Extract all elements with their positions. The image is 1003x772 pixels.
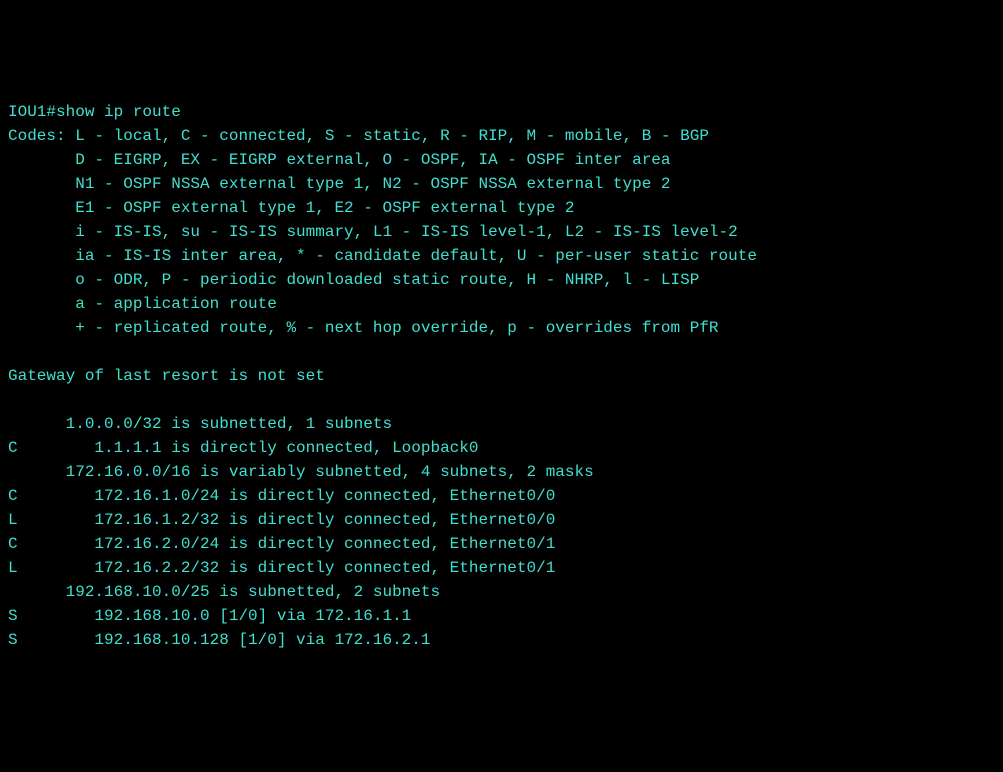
route-line: L 172.16.1.2/32 is directly connected, E… bbox=[8, 508, 995, 532]
command-text: show ip route bbox=[56, 103, 181, 121]
route-line: 1.0.0.0/32 is subnetted, 1 subnets bbox=[8, 412, 995, 436]
route-line: S 192.168.10.128 [1/0] via 172.16.2.1 bbox=[8, 628, 995, 652]
terminal-output: IOU1#show ip routeCodes: L - local, C - … bbox=[8, 100, 995, 652]
codes-line: E1 - OSPF external type 1, E2 - OSPF ext… bbox=[8, 196, 995, 220]
codes-line: N1 - OSPF NSSA external type 1, N2 - OSP… bbox=[8, 172, 995, 196]
route-line: C 172.16.2.0/24 is directly connected, E… bbox=[8, 532, 995, 556]
route-line: C 172.16.1.0/24 is directly connected, E… bbox=[8, 484, 995, 508]
codes-header: Codes: L - local, C - connected, S - sta… bbox=[8, 124, 995, 148]
route-line: C 1.1.1.1 is directly connected, Loopbac… bbox=[8, 436, 995, 460]
route-line: S 192.168.10.0 [1/0] via 172.16.1.1 bbox=[8, 604, 995, 628]
command-line: IOU1#show ip route bbox=[8, 100, 995, 124]
codes-line: o - ODR, P - periodic downloaded static … bbox=[8, 268, 995, 292]
codes-line: D - EIGRP, EX - EIGRP external, O - OSPF… bbox=[8, 148, 995, 172]
codes-line: ia - IS-IS inter area, * - candidate def… bbox=[8, 244, 995, 268]
route-line: L 172.16.2.2/32 is directly connected, E… bbox=[8, 556, 995, 580]
route-line: 172.16.0.0/16 is variably subnetted, 4 s… bbox=[8, 460, 995, 484]
prompt: IOU1# bbox=[8, 103, 56, 121]
codes-line: i - IS-IS, su - IS-IS summary, L1 - IS-I… bbox=[8, 220, 995, 244]
blank-line bbox=[8, 388, 995, 412]
codes-line: a - application route bbox=[8, 292, 995, 316]
gateway-line: Gateway of last resort is not set bbox=[8, 364, 995, 388]
blank-line bbox=[8, 340, 995, 364]
codes-line: + - replicated route, % - next hop overr… bbox=[8, 316, 995, 340]
route-line: 192.168.10.0/25 is subnetted, 2 subnets bbox=[8, 580, 995, 604]
